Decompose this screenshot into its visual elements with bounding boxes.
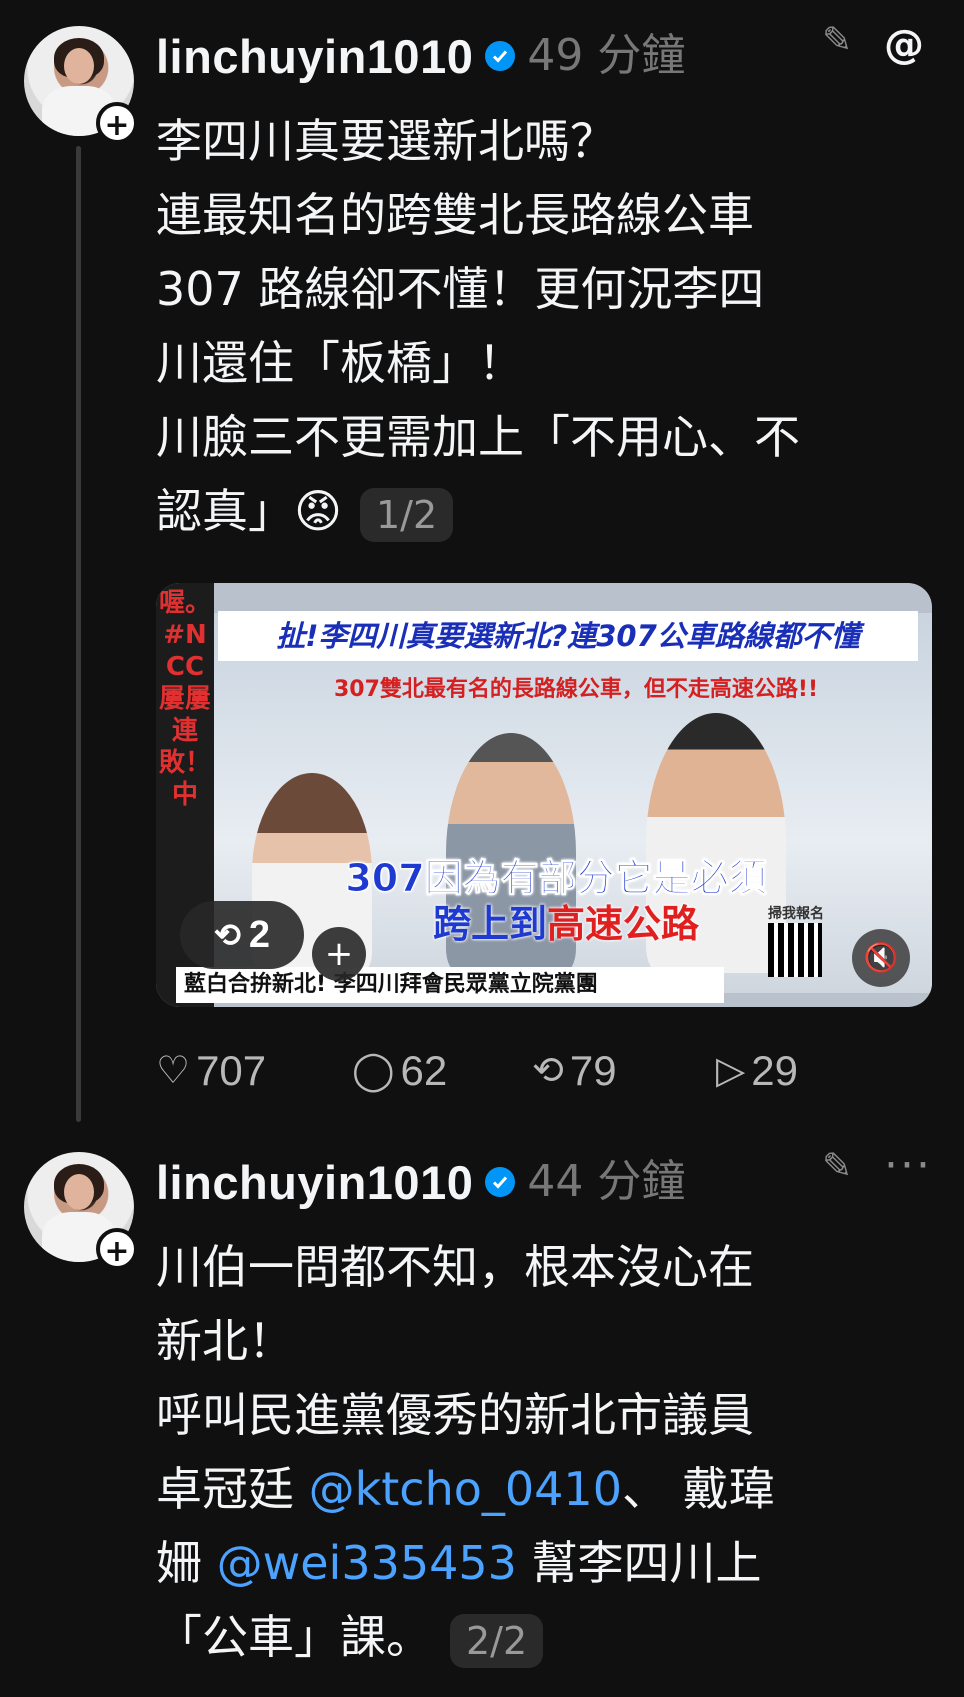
body-line-last: 認真」😡 1/2 <box>156 474 946 548</box>
body-line: 川伯一問都不知，根本沒心在 <box>156 1240 754 1294</box>
video-caption-line2: 跨上到高速公路 <box>356 901 776 947</box>
like-count: 707 <box>196 1047 267 1094</box>
comment-button[interactable]: ◯ 62 <box>352 1050 532 1092</box>
video-subtitle: 307雙北最有名的長路線公車，但不走高速公路!! <box>334 677 818 702</box>
pencil-icon[interactable]: ✎ <box>822 20 852 61</box>
avatar-face <box>64 1174 94 1210</box>
repost-stat: 79 <box>569 1047 617 1094</box>
body-text: 卓冠廷 <box>156 1462 309 1516</box>
pencil-icon[interactable]: ✎ <box>822 1146 852 1187</box>
timestamp: 44 分鐘 <box>527 1156 686 1207</box>
post-header: linchuyin1010 49 分鐘 <box>156 26 685 86</box>
mention-link[interactable]: @wei335453 <box>217 1536 517 1590</box>
body-line-last: 「公車」課。 2/2 <box>156 1600 946 1674</box>
verified-badge-icon <box>485 1167 516 1197</box>
video-bottom-banner: 藍白合拚新北! 李四川拜會民眾黨立院黨團 <box>176 967 724 1003</box>
body-line: 卓冠廷 @ktcho_0410、 戴瑋 <box>156 1452 946 1526</box>
page-badge: 2/2 <box>450 1613 544 1668</box>
video-title-banner: 扯!李四川真要選新北?連307公車路線都不懂 <box>218 611 918 661</box>
media-plus-icon[interactable]: + <box>312 927 366 981</box>
body-line: 連最知名的跨雙北長路線公車 <box>156 188 754 242</box>
repost-icon: ⟲ <box>214 917 241 953</box>
verified-badge-icon <box>485 41 516 71</box>
body-line: 呼叫民進黨優秀的新北市議員 <box>156 1388 754 1442</box>
thread-line <box>76 146 81 1122</box>
comment-count: 62 <box>400 1047 448 1094</box>
repost-count: 2 <box>248 914 270 956</box>
mention-link[interactable]: @ktcho_0410 <box>309 1462 622 1516</box>
repost-icon: ⟲ <box>532 1050 564 1092</box>
post-header: linchuyin1010 44 分鐘 <box>156 1152 685 1212</box>
mute-icon[interactable]: 🔇 <box>852 929 910 987</box>
avatar-face <box>64 48 94 84</box>
qr-label: 掃我報名 <box>768 906 824 922</box>
video-media[interactable]: 喔。#NCC屢屢連敗！中 扯!李四川真要選新北?連307公車路線都不懂 307雙… <box>156 583 932 1007</box>
page-badge: 1/2 <box>359 487 454 542</box>
body-text: 、 戴瑋 <box>621 1462 775 1516</box>
body-line: 307 路線卻不懂！更何況李四 <box>156 262 765 316</box>
username[interactable]: linchuyin1010 <box>156 1159 473 1206</box>
body-text: 姍 <box>156 1536 217 1590</box>
body-line: 新北！ <box>156 1314 294 1368</box>
body-line: 川還住「板橋」！ <box>156 336 524 390</box>
body-line: 李四川真要選新北嗎？ <box>156 114 616 168</box>
caption-highlight: 高速公路 <box>547 902 700 946</box>
repost-button[interactable]: ⟲ 79 <box>532 1050 716 1092</box>
username[interactable]: linchuyin1010 <box>156 33 473 80</box>
post-body: 李四川真要選新北嗎？ 連最知名的跨雙北長路線公車 307 路線卻不懂！更何況李四… <box>156 104 946 548</box>
share-icon: ▷ <box>716 1050 746 1092</box>
body-line: 認真」😡 <box>156 484 342 538</box>
timestamp: 49 分鐘 <box>527 30 686 81</box>
body-line: 姍 @wei335453 幫李四川上 <box>156 1526 946 1600</box>
body-text: 幫李四川上 <box>516 1536 762 1590</box>
body-text: 「公車」課。 <box>156 1610 432 1664</box>
comment-icon: ◯ <box>352 1050 395 1092</box>
follow-plus-icon[interactable]: + <box>96 1228 138 1270</box>
share-count: 29 <box>751 1047 798 1094</box>
body-line: 川臉三不更需加上「不用心、不 <box>156 410 800 464</box>
share-button[interactable]: ▷ 29 <box>716 1050 798 1092</box>
action-bar: ♡ 707 ◯ 62 ⟲ 79 ▷ 29 <box>156 1041 798 1101</box>
caption-text: 跨上到 <box>432 902 547 946</box>
qr-code <box>768 923 822 977</box>
heart-icon: ♡ <box>156 1050 191 1092</box>
post-body: 川伯一問都不知，根本沒心在 新北！ 呼叫民進黨優秀的新北市議員 卓冠廷 @ktc… <box>156 1230 946 1674</box>
video-caption-line1: 307因為有部分它是必須 <box>345 856 767 901</box>
repost-count-pill[interactable]: ⟲ 2 <box>180 901 304 969</box>
like-button[interactable]: ♡ 707 <box>156 1050 352 1092</box>
threads-logo-icon[interactable]: @ <box>884 22 924 68</box>
more-icon[interactable]: ··· <box>884 1140 932 1191</box>
follow-plus-icon[interactable]: + <box>96 102 138 144</box>
